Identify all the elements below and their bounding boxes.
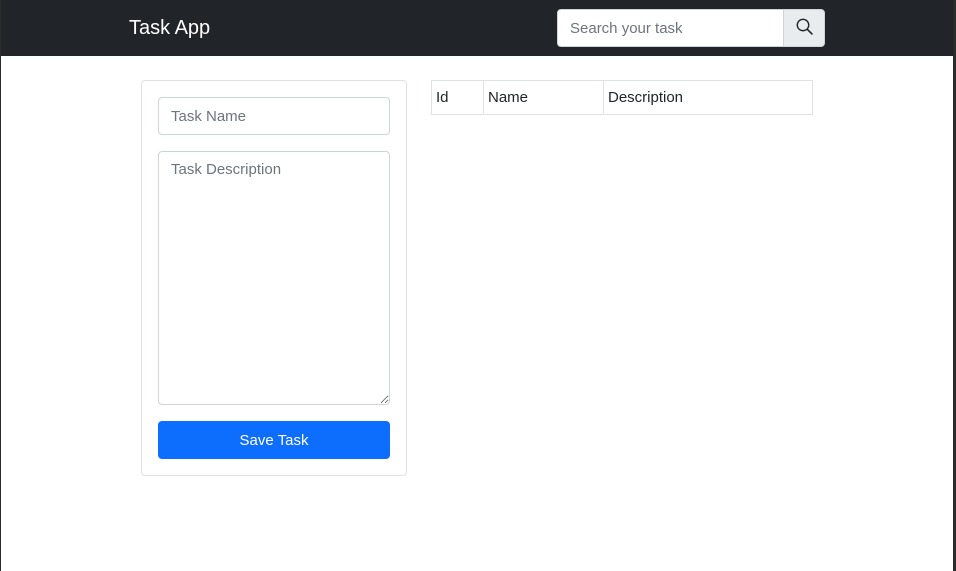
search-input[interactable] xyxy=(557,9,784,47)
search-icon xyxy=(796,18,813,38)
search-button[interactable] xyxy=(783,9,825,47)
column-header-name: Name xyxy=(483,80,604,115)
column-header-id: Id xyxy=(431,80,484,115)
column-header-description: Description xyxy=(603,80,813,115)
navbar: Task App xyxy=(1,0,953,56)
app-window: Task App Save Task Id Name Description xyxy=(1,0,953,571)
task-name-input[interactable] xyxy=(158,97,390,135)
task-table: Id Name Description xyxy=(431,80,813,115)
save-task-button[interactable]: Save Task xyxy=(158,421,390,459)
brand-title[interactable]: Task App xyxy=(129,15,210,41)
task-form-card: Save Task xyxy=(141,80,407,476)
task-description-input[interactable] xyxy=(158,151,390,405)
table-header-row: Id Name Description xyxy=(431,80,813,115)
